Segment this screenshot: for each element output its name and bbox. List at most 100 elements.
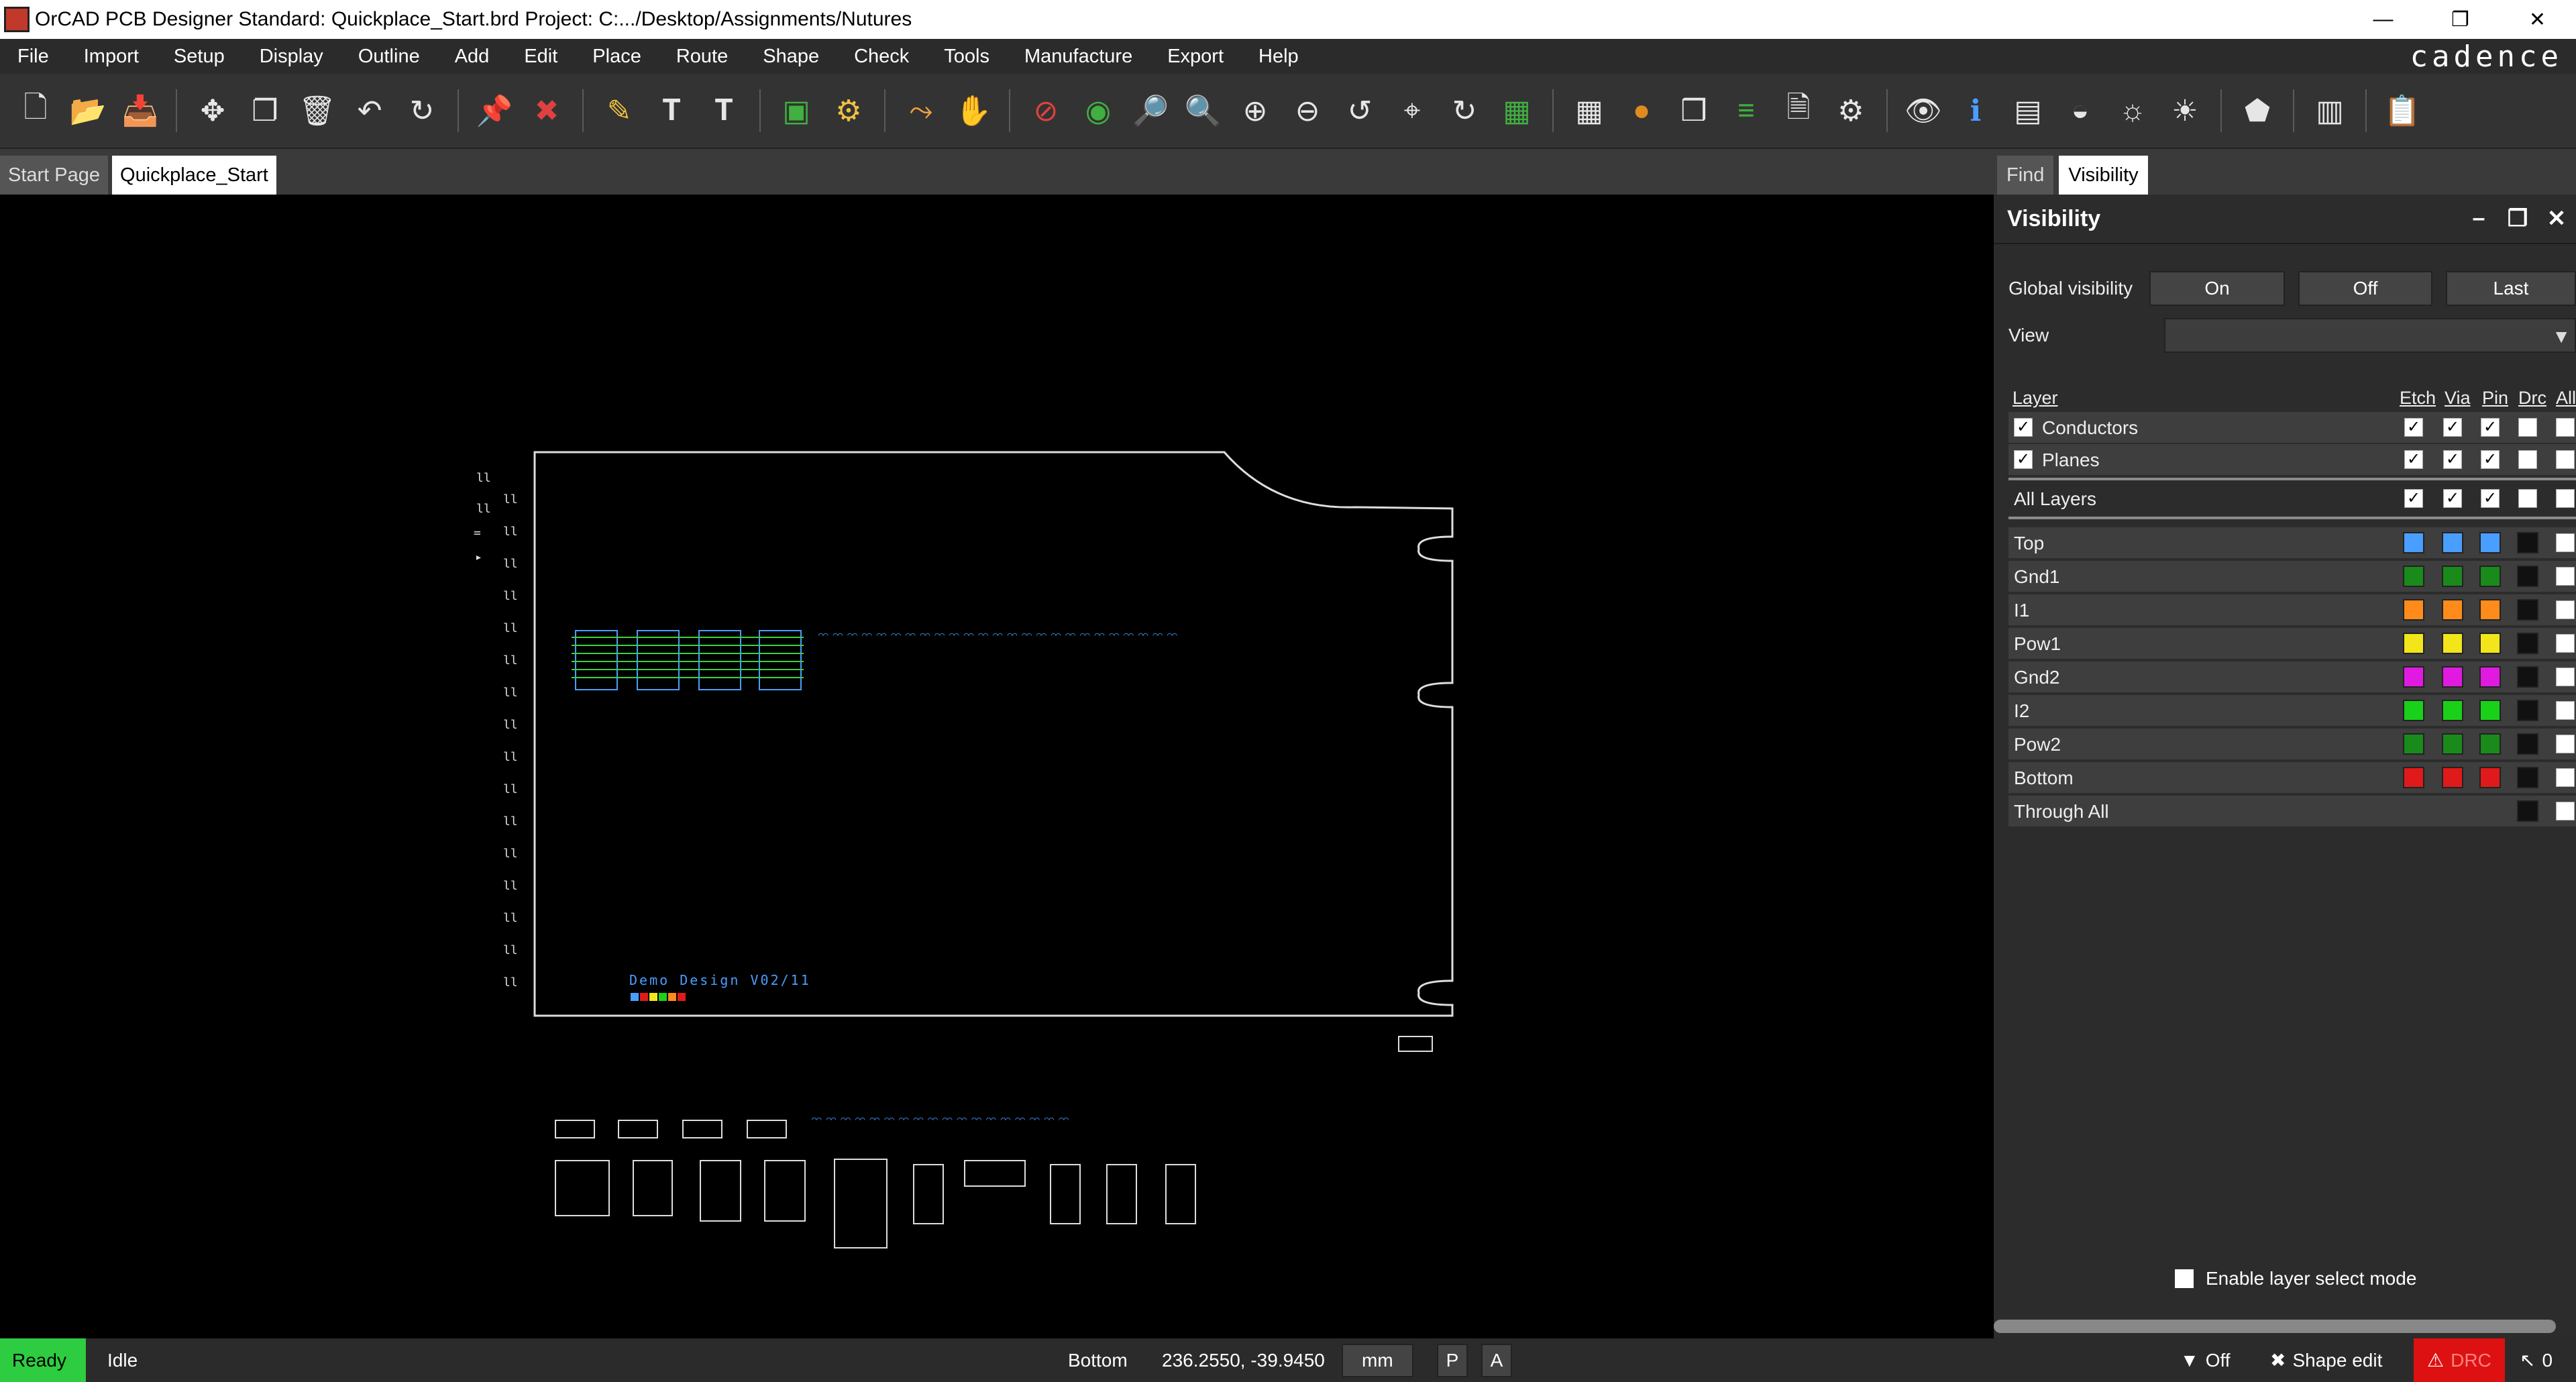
drc-color-swatch[interactable]	[2517, 800, 2538, 822]
add-line-icon[interactable]: ✎	[598, 90, 640, 131]
zoom-out-icon[interactable]: ⊖	[1287, 90, 1328, 131]
save-icon[interactable]: 📥	[119, 90, 161, 131]
all-layers-via-checkbox[interactable]: ✓	[2443, 489, 2462, 508]
zoom-window-icon[interactable]: 🔍	[1182, 90, 1224, 131]
copy-icon[interactable]: ❐	[244, 90, 286, 131]
pin-color-swatch[interactable]	[2479, 566, 2501, 587]
open-folder-icon[interactable]: 📂	[67, 90, 109, 131]
menu-file[interactable]: File	[0, 46, 66, 68]
etch-color-swatch[interactable]	[2403, 733, 2424, 755]
drc-color-swatch[interactable]	[2517, 733, 2538, 755]
zoom-fit-icon[interactable]: 🔎	[1130, 90, 1171, 131]
tab-visibility[interactable]: Visibility	[2059, 156, 2148, 195]
menu-manufacture[interactable]: Manufacture	[1007, 46, 1150, 68]
menu-setup[interactable]: Setup	[156, 46, 242, 68]
visibility-last-button[interactable]: Last	[2446, 271, 2576, 306]
undo-icon[interactable]: ↶	[349, 90, 390, 131]
layer-all-checkbox[interactable]	[2556, 567, 2575, 586]
move-icon[interactable]: ✥	[192, 90, 233, 131]
menu-export[interactable]: Export	[1150, 46, 1241, 68]
zoom-previous-icon[interactable]: ↺	[1339, 90, 1381, 131]
new-file-icon[interactable]: 🗋	[15, 90, 56, 131]
etch-color-swatch[interactable]	[2403, 666, 2424, 688]
conductors-pin-checkbox[interactable]: ✓	[2481, 418, 2500, 437]
pin-color-swatch[interactable]	[2479, 532, 2501, 553]
all-layers-pin-checkbox[interactable]: ✓	[2481, 489, 2500, 508]
etch-color-swatch[interactable]	[2403, 532, 2424, 553]
units-field[interactable]: mm	[1342, 1344, 1413, 1377]
etch-header[interactable]: Etch	[2400, 388, 2436, 409]
p-button[interactable]: P	[1437, 1344, 1468, 1377]
menu-place[interactable]: Place	[575, 46, 659, 68]
etch-color-swatch[interactable]	[2403, 566, 2424, 587]
via-color-swatch[interactable]	[2442, 700, 2463, 721]
3d-view-icon[interactable]: ▦	[1496, 90, 1538, 131]
layer-all-checkbox[interactable]	[2556, 533, 2575, 552]
zoom-in-icon[interactable]: ⊕	[1234, 90, 1276, 131]
place-component-icon[interactable]: ▣	[775, 90, 817, 131]
menu-check[interactable]: Check	[837, 46, 926, 68]
planes-via-checkbox[interactable]: ✓	[2443, 450, 2462, 469]
redo-icon[interactable]: ↻	[401, 90, 443, 131]
layer-icon[interactable]: ❒	[1673, 90, 1715, 131]
delete-icon[interactable]: 🗑	[297, 90, 338, 131]
layer-all-checkbox[interactable]	[2556, 600, 2575, 619]
conductors-expand-checkbox[interactable]: ✓	[2014, 418, 2033, 437]
unfix-icon[interactable]: ✖	[526, 90, 568, 131]
conductors-all-checkbox[interactable]	[2556, 418, 2575, 437]
conductors-via-checkbox[interactable]: ✓	[2443, 418, 2462, 437]
etch-color-swatch[interactable]	[2403, 700, 2424, 721]
enable-layer-select-checkbox[interactable]	[2175, 1269, 2194, 1288]
filter-status[interactable]: ▼ Off	[2180, 1338, 2231, 1382]
pin-header[interactable]: Pin	[2482, 388, 2508, 409]
pin-color-swatch[interactable]	[2479, 700, 2501, 721]
layer-all-checkbox[interactable]	[2556, 668, 2575, 686]
settings-icon[interactable]: ⚙	[1830, 90, 1872, 131]
via-color-swatch[interactable]	[2442, 767, 2463, 788]
refresh-icon[interactable]: ↻	[1444, 90, 1485, 131]
grid-icon[interactable]: ▦	[1568, 90, 1610, 131]
tab-start-page[interactable]: Start Page	[0, 156, 109, 195]
drc-color-swatch[interactable]	[2517, 666, 2538, 688]
report-icon[interactable]: 🗎	[1778, 90, 1819, 131]
all-layers-drc-checkbox[interactable]	[2518, 489, 2537, 508]
view-select[interactable]: ▼	[2164, 318, 2576, 353]
close-panel-icon[interactable]: ✕	[2537, 205, 2576, 232]
layer-all-checkbox[interactable]	[2556, 701, 2575, 720]
drc-color-swatch[interactable]	[2517, 532, 2538, 553]
drc-color-swatch[interactable]	[2517, 599, 2538, 621]
float-panel-icon[interactable]: ❐	[2498, 205, 2537, 232]
a-button[interactable]: A	[1481, 1344, 1512, 1377]
via-color-swatch[interactable]	[2442, 599, 2463, 621]
visibility-icon[interactable]: 👁	[1902, 90, 1944, 131]
zoom-center-icon[interactable]: ⌖	[1391, 90, 1433, 131]
all-layers-etch-checkbox[interactable]: ✓	[2404, 489, 2423, 508]
menu-shape[interactable]: Shape	[745, 46, 837, 68]
database-icon[interactable]: ▤	[2007, 90, 2049, 131]
shape-add-icon[interactable]: ◉	[1077, 90, 1119, 131]
stack-icon[interactable]: ≡	[1725, 90, 1767, 131]
layer-all-checkbox[interactable]	[2556, 802, 2575, 820]
minimize-panel-icon[interactable]: –	[2459, 205, 2498, 232]
drc-indicator[interactable]: ⚠ DRC	[2414, 1338, 2505, 1382]
planes-all-checkbox[interactable]	[2556, 450, 2575, 469]
mode-status[interactable]: ✖ Shape edit	[2270, 1338, 2382, 1382]
planes-etch-checkbox[interactable]: ✓	[2404, 450, 2423, 469]
drc-color-swatch[interactable]	[2517, 767, 2538, 788]
bright-icon[interactable]: ☀	[2164, 90, 2206, 131]
menu-outline[interactable]: Outline	[341, 46, 437, 68]
shape-icon[interactable]: ⬟	[2237, 90, 2278, 131]
layer-all-checkbox[interactable]	[2556, 735, 2575, 753]
planes-drc-checkbox[interactable]	[2518, 450, 2537, 469]
edit-text-icon[interactable]: 𝐓	[703, 90, 745, 131]
add-text-icon[interactable]: 𝐓	[651, 90, 692, 131]
planes-expand-checkbox[interactable]: ✓	[2014, 450, 2033, 469]
all-header[interactable]: All	[2556, 388, 2576, 409]
drc-header[interactable]: Drc	[2518, 388, 2546, 409]
place-manual-icon[interactable]: ⚙	[828, 90, 869, 131]
via-color-swatch[interactable]	[2442, 633, 2463, 654]
visibility-off-button[interactable]: Off	[2298, 271, 2432, 306]
menu-import[interactable]: Import	[66, 46, 156, 68]
menu-display[interactable]: Display	[242, 46, 341, 68]
conductors-drc-checkbox[interactable]	[2518, 418, 2537, 437]
